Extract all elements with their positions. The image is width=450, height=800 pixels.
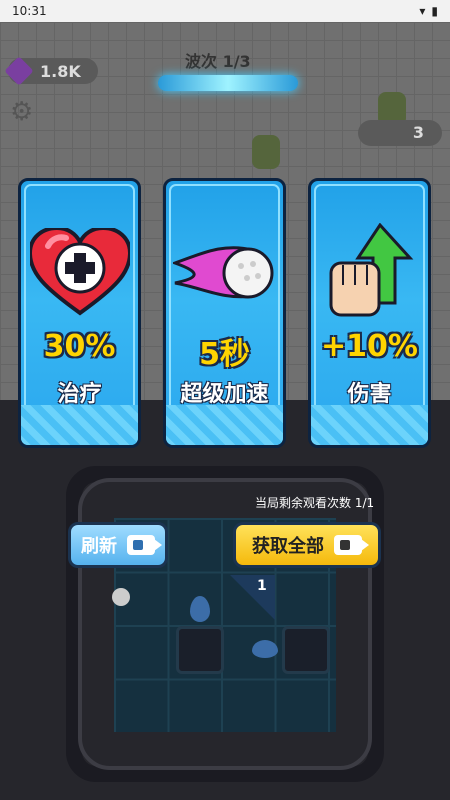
upgrade-card-heal[interactable]: 30% 治疗 <box>18 178 141 448</box>
battery-icon: ▮ <box>431 4 438 18</box>
status-bar: 10:31 ▾ ▮ <box>0 0 450 22</box>
grid-slot-turret[interactable] <box>176 626 224 674</box>
card-value: 5秒 <box>199 337 250 372</box>
zombie-enemy <box>252 135 280 169</box>
card-value: 30% <box>43 329 116 364</box>
video-camera-icon <box>334 535 369 555</box>
get-all-button[interactable]: 获取全部 <box>233 522 381 568</box>
fireball-icon <box>166 223 283 323</box>
enemy-counter: 3 <box>358 120 442 146</box>
refresh-button[interactable]: 刷新 <box>68 522 168 568</box>
video-camera-icon <box>127 535 162 555</box>
heart-plus-icon <box>21 223 138 323</box>
card-label: 超级加速 <box>180 382 269 407</box>
status-icons: ▾ ▮ <box>419 4 438 18</box>
gear-icon[interactable]: ⚙ <box>10 99 34 125</box>
card-value: +10% <box>321 329 418 364</box>
upgrade-card-speed[interactable]: 5秒 超级加速 <box>163 178 286 448</box>
numbered-tile[interactable]: 1 <box>230 575 275 620</box>
wave-indicator: 波次 1/3 <box>185 52 251 71</box>
wifi-icon: ▾ <box>419 4 426 18</box>
status-time: 10:31 <box>12 4 47 18</box>
water-drop-icon <box>252 640 278 658</box>
gem-amount: 1.8K <box>40 61 81 81</box>
grid-slot-turret[interactable] <box>282 626 330 674</box>
get-all-label: 获取全部 <box>252 536 324 557</box>
enemy-count: 3 <box>412 123 424 142</box>
watch-count-notice: 当局剩余观看次数 1/1 <box>255 496 375 510</box>
ball-token <box>112 588 130 606</box>
card-label: 伤害 <box>347 382 392 407</box>
upgrade-card-damage[interactable]: +10% 伤害 <box>308 178 431 448</box>
water-drop-icon <box>190 596 210 622</box>
fist-arrow-up-icon <box>311 223 428 323</box>
card-label: 治疗 <box>57 382 102 407</box>
refresh-label: 刷新 <box>81 536 117 557</box>
tile-number: 1 <box>257 578 267 594</box>
gem-counter: 1.8K <box>4 56 98 86</box>
wave-progress-beam <box>158 75 298 91</box>
